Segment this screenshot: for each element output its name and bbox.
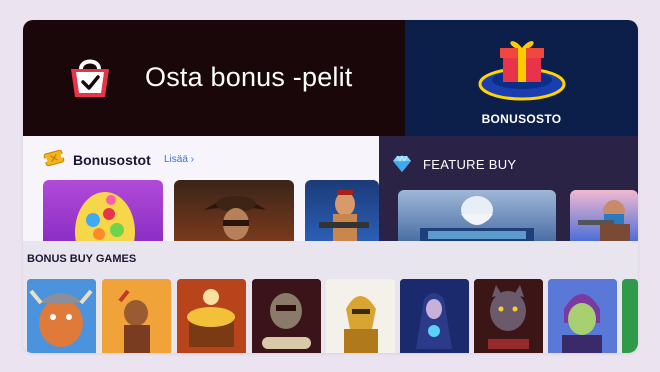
bonus-buy-games-section: BONUS BUY GAMES [23, 241, 638, 353]
game-thumb-partial[interactable] [622, 279, 638, 353]
gift-icon [475, 32, 569, 104]
game-thumb-punk[interactable] [548, 279, 617, 353]
game-thumb-werewolf[interactable] [474, 279, 543, 353]
game-tile-cowboy[interactable] [174, 180, 294, 241]
shopping-bag-check-icon [65, 53, 115, 103]
game-tile-bandit[interactable] [570, 190, 638, 241]
game-tile-commando[interactable] [305, 180, 379, 241]
hero-title: Osta bonus -pelit [145, 62, 353, 92]
feature-buy-label: FEATURE BUY [423, 157, 517, 172]
game-thumb-knight[interactable] [326, 279, 395, 353]
game-thumb-gold-miner[interactable] [102, 279, 171, 353]
game-thumb-viking[interactable] [27, 279, 96, 353]
bonusosto-banner[interactable]: BONUSOSTO [405, 20, 638, 136]
feature-buy-section: FEATURE BUY [379, 136, 638, 241]
game-tile-easter-eggs[interactable] [43, 180, 163, 241]
bonus-buy-games-title: BONUS BUY GAMES [27, 253, 137, 265]
game-tile-eternal[interactable] [398, 190, 556, 241]
game-thumb-sorceress[interactable] [400, 279, 469, 353]
bonusostot-title: Bonusostot [73, 152, 151, 168]
ticket-icon [43, 149, 65, 167]
hero-banner[interactable]: Osta bonus -pelit [23, 20, 405, 136]
promo-card: Osta bonus -pelit BONUSOSTO Bonusostot L… [23, 20, 638, 353]
game-thumb-treasure[interactable] [177, 279, 246, 353]
more-link[interactable]: Lisää › [164, 154, 194, 165]
bonusosto-label: BONUSOSTO [481, 112, 562, 126]
diamond-icon [391, 154, 413, 173]
bonusostot-section: Bonusostot Lisää › [23, 136, 379, 241]
game-thumb-mask[interactable] [252, 279, 321, 353]
